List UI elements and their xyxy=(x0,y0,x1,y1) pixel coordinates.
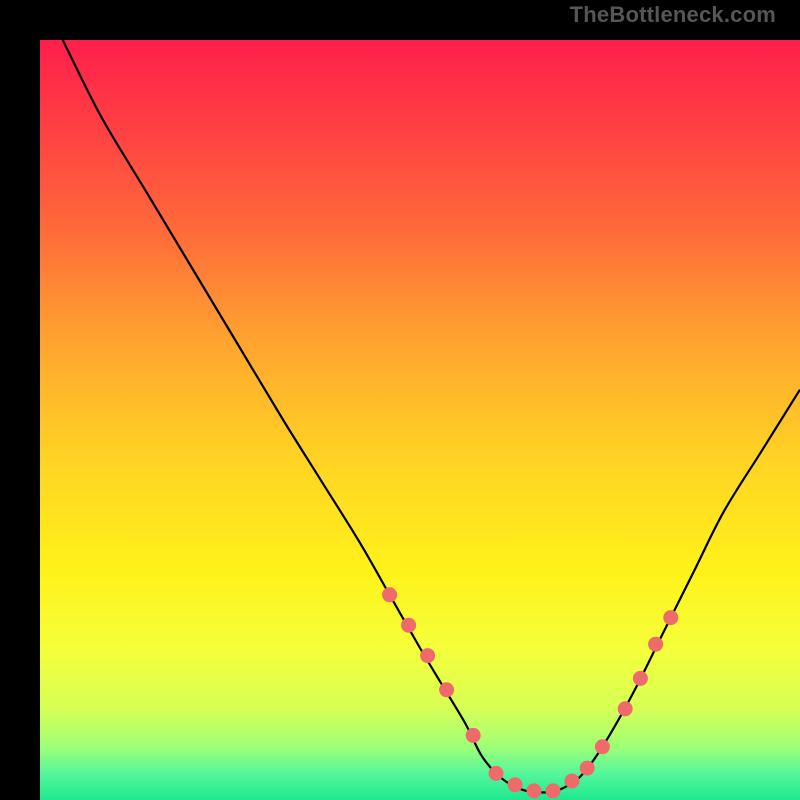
curve-layer xyxy=(40,40,800,800)
marker-point xyxy=(466,728,481,743)
bottleneck-curve xyxy=(63,40,800,793)
marker-point xyxy=(595,739,610,754)
watermark-text: TheBottleneck.com xyxy=(570,2,776,28)
marker-point xyxy=(580,761,595,776)
marker-point xyxy=(633,671,648,686)
marker-point xyxy=(508,777,523,792)
marker-point xyxy=(565,774,580,789)
marker-point xyxy=(489,766,504,781)
marker-point xyxy=(382,587,397,602)
marker-point xyxy=(439,682,454,697)
marker-point xyxy=(420,648,435,663)
marker-point xyxy=(401,618,416,633)
marker-point xyxy=(546,783,561,798)
marker-point xyxy=(527,783,542,798)
marker-point xyxy=(648,637,663,652)
marker-point xyxy=(663,610,678,625)
chart-frame xyxy=(20,20,780,780)
plot-area xyxy=(40,40,800,800)
marker-point xyxy=(618,701,633,716)
